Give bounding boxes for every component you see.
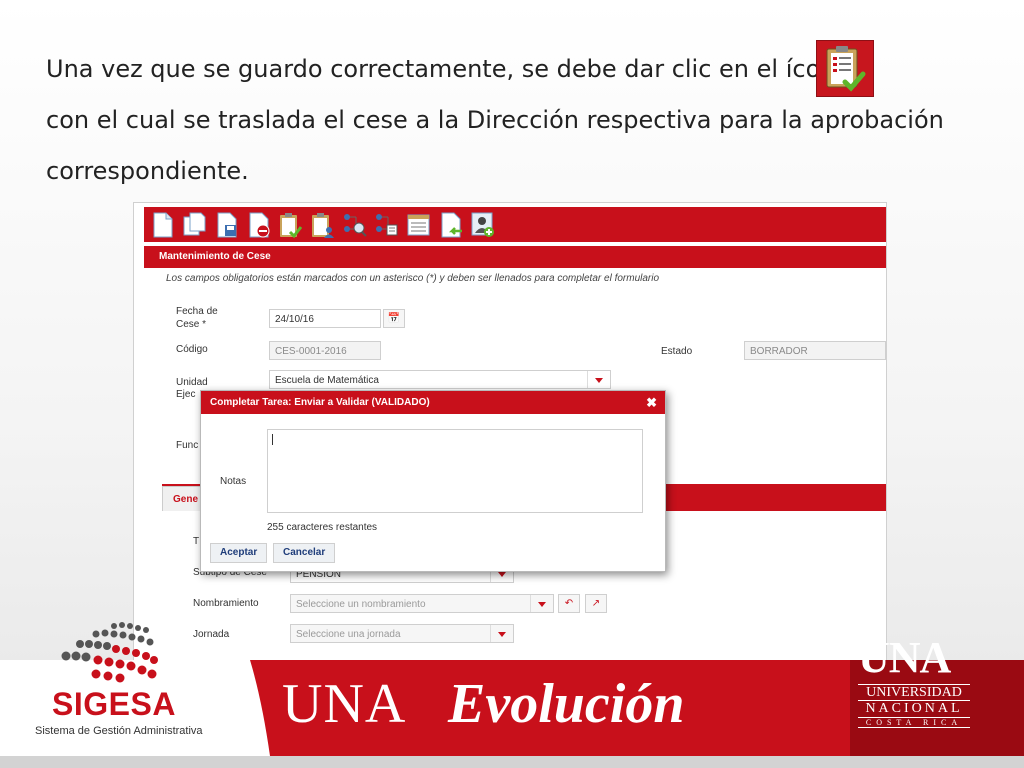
chars-remaining: 255 caracteres restantes — [267, 522, 378, 533]
cancel-button[interactable]: Cancelar — [273, 543, 336, 563]
unidad-value: Escuela de Matemática — [275, 375, 379, 386]
dialog-title: Completar Tarea: Enviar a Validar (VALID… — [210, 397, 430, 408]
document-list-icon[interactable] — [406, 211, 431, 239]
nombramiento-select[interactable]: Seleccione un nombramiento — [290, 594, 554, 613]
codigo-label: Código — [176, 344, 208, 355]
estado-field: BORRADOR — [744, 341, 886, 360]
estado-label: Estado — [661, 346, 693, 357]
una-line-universidad: UNIVERSIDAD — [858, 684, 970, 701]
intro-text-after: con el cual se traslada el cese a la Dir… — [46, 106, 944, 185]
external-link-icon[interactable]: ↗ — [585, 594, 607, 613]
nombramiento-placeholder: Seleccione un nombramiento — [296, 599, 426, 610]
evolucion-word: Evolución — [448, 673, 685, 735]
codigo-field: CES-0001-2016 — [269, 341, 381, 360]
codigo-value: CES-0001-2016 — [275, 346, 347, 357]
document-return-icon[interactable] — [438, 211, 463, 239]
una-logo: UNA — [858, 633, 951, 682]
sigesa-name: SIGESA — [52, 686, 176, 722]
required-note: Los campos obligatorios están marcados c… — [166, 273, 660, 284]
toolbar — [144, 207, 886, 242]
dialog-header: Completar Tarea: Enviar a Validar (VALID… — [201, 391, 665, 414]
unidad-label-line1: Unidad — [176, 377, 208, 388]
new-document-icon[interactable] — [150, 211, 175, 239]
unidad-label-line2: Ejec — [176, 389, 196, 400]
chevron-down-icon[interactable] — [587, 371, 610, 388]
footer-strip — [0, 756, 1024, 768]
jornada-placeholder: Seleccione una jornada — [296, 629, 401, 640]
accept-button[interactable]: Aceptar — [210, 543, 268, 563]
panel-title: Mantenimiento de Cese — [144, 246, 886, 268]
calendar-icon[interactable]: 📅 — [383, 309, 405, 328]
estado-value: BORRADOR — [750, 346, 808, 357]
jornada-select[interactable]: Seleccione una jornada — [290, 624, 514, 643]
fecha-cese-value: 24/10/16 — [275, 314, 314, 325]
sigesa-logo-dots — [61, 622, 158, 683]
clipboard-check-icon — [816, 40, 874, 97]
una-line-costa-rica: COSTA RICA — [858, 717, 970, 728]
jornada-label: Jornada — [193, 629, 230, 640]
close-icon[interactable]: ✖ — [646, 391, 657, 414]
user-add-icon[interactable] — [470, 211, 495, 239]
complete-task-dialog: Completar Tarea: Enviar a Validar (VALID… — [200, 390, 666, 572]
nombramiento-label: Nombramiento — [193, 598, 259, 609]
workflow-search-icon[interactable] — [342, 211, 367, 239]
undo-icon[interactable]: ↶ — [558, 594, 580, 613]
fecha-label-line1: Fecha de — [176, 306, 218, 317]
save-document-icon[interactable] — [214, 211, 239, 239]
una-line-nacional: NACIONAL — [858, 700, 970, 717]
funcionario-label: Func — [176, 440, 199, 451]
fecha-cese-input[interactable]: 24/10/16 — [269, 309, 381, 328]
copy-document-icon[interactable] — [182, 211, 207, 239]
delete-document-icon[interactable] — [246, 211, 271, 239]
text-cursor — [272, 434, 273, 445]
chevron-down-icon[interactable] — [530, 595, 553, 612]
tipo-label: T — [193, 536, 200, 547]
chevron-down-icon[interactable] — [490, 625, 513, 642]
una-prefix: UNA — [282, 673, 407, 735]
workflow-tree-icon[interactable] — [374, 211, 399, 239]
clipboard-check-icon[interactable] — [278, 211, 303, 239]
clipboard-user-icon[interactable] — [310, 211, 335, 239]
unidad-select[interactable]: Escuela de Matemática — [269, 370, 611, 389]
intro-text-before: Una vez que se guardo correctamente, se … — [46, 55, 851, 83]
notas-label: Notas — [220, 476, 247, 487]
sigesa-subtitle: Sistema de Gestión Administrativa — [35, 725, 203, 737]
notas-textarea[interactable] — [267, 429, 643, 513]
fecha-label-line2: Cese * — [176, 319, 207, 330]
